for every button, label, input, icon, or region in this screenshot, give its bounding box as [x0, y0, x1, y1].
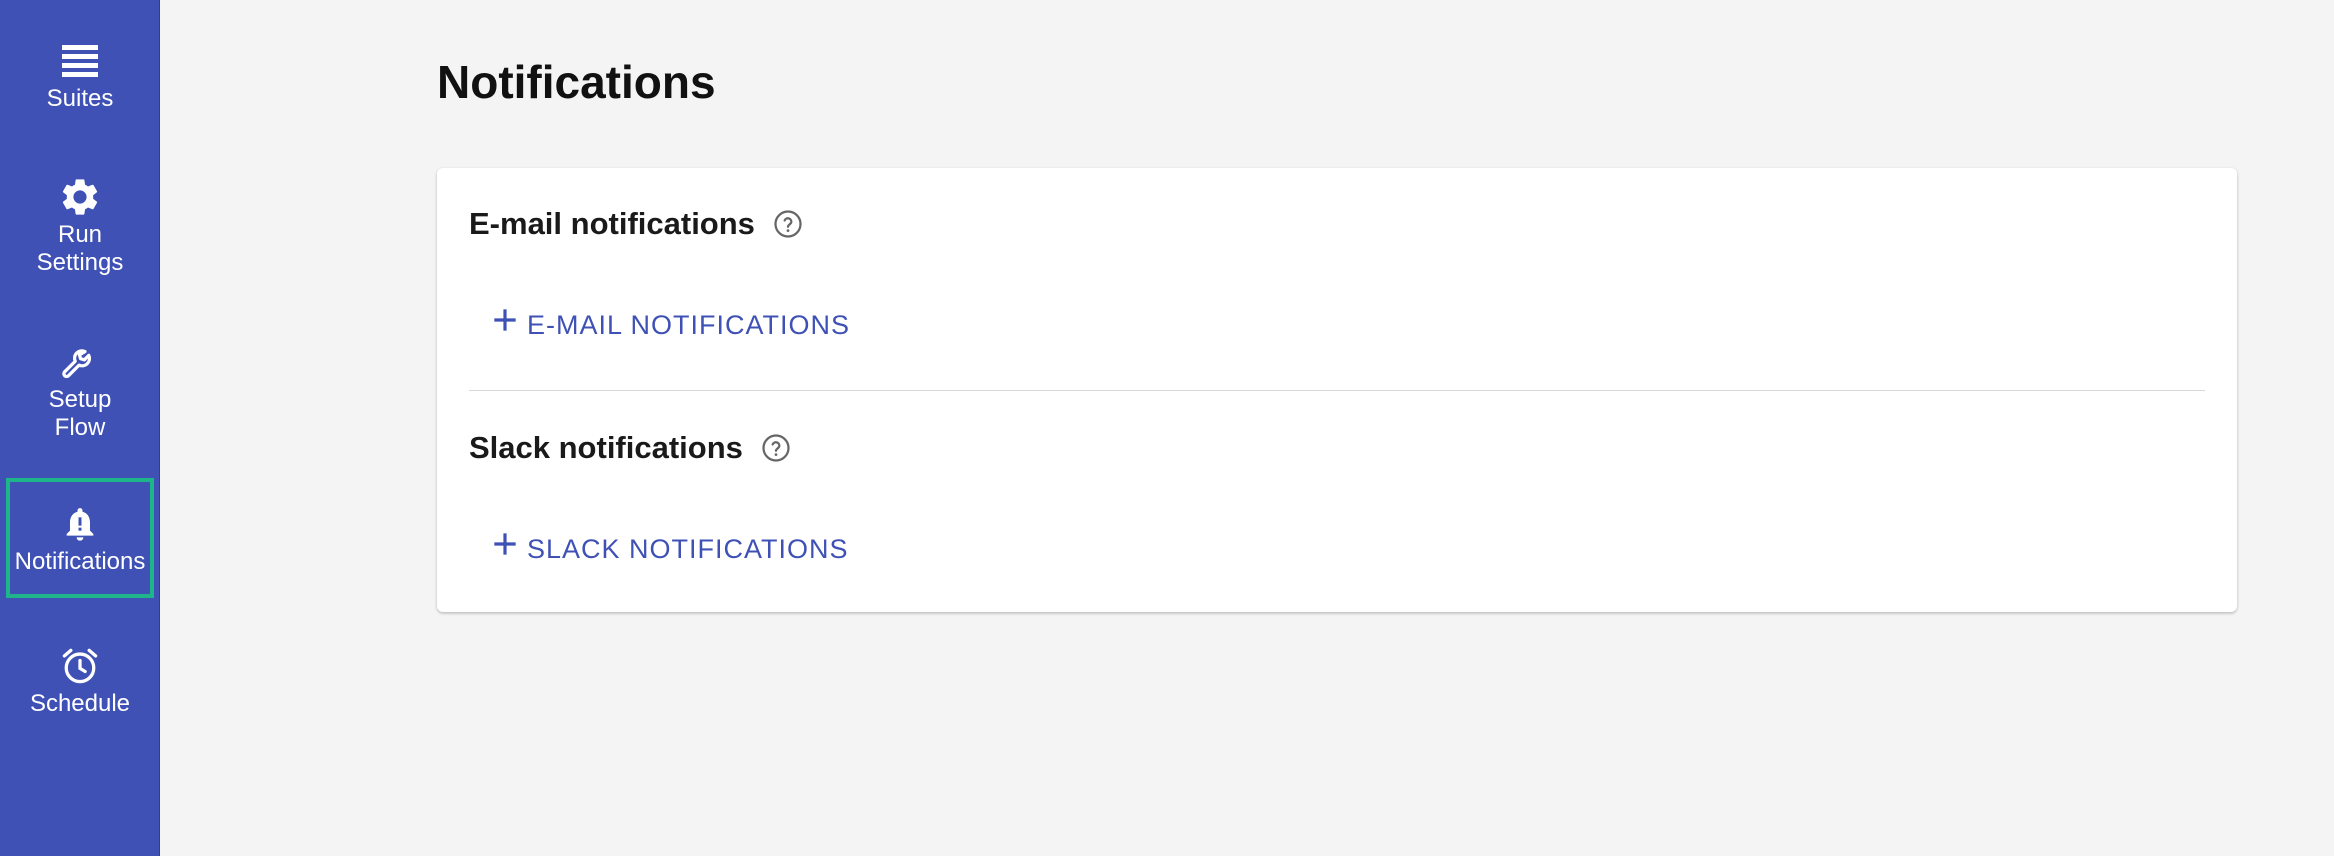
sidebar-item-setup-flow[interactable]: Setup Flow — [6, 325, 154, 455]
menu-list-icon — [56, 37, 104, 85]
email-section-title: E-mail notifications — [469, 206, 755, 241]
sidebar-item-schedule[interactable]: Schedule — [6, 625, 154, 735]
plus-icon — [489, 304, 521, 345]
gear-icon — [56, 173, 104, 221]
help-icon[interactable] — [761, 433, 791, 463]
add-email-notification-label: E-MAIL NOTIFICATIONS — [527, 309, 851, 340]
add-email-notification-button[interactable]: E-MAIL NOTIFICATIONS — [489, 304, 850, 345]
slack-section-header: Slack notifications — [469, 428, 791, 468]
alarm-clock-icon — [56, 642, 104, 690]
page-title: Notifications — [437, 56, 716, 108]
sidebar-item-label: Schedule — [29, 690, 131, 717]
plus-icon — [489, 528, 521, 569]
add-slack-notification-label: SLACK NOTIFICATIONS — [527, 533, 849, 564]
section-divider — [469, 390, 2205, 391]
sidebar-item-notifications[interactable]: Notifications — [6, 478, 154, 598]
sidebar-item-label: Run Settings — [36, 221, 124, 276]
bell-alert-icon — [56, 500, 104, 548]
sidebar: Suites Run Settings Setup Flow Notificat… — [0, 0, 160, 856]
sidebar-item-label: Suites — [46, 85, 114, 112]
wrench-icon — [56, 338, 104, 386]
sidebar-item-label: Setup Flow — [48, 386, 112, 441]
sidebar-item-run-settings[interactable]: Run Settings — [6, 160, 154, 290]
sidebar-item-label: Notifications — [14, 548, 146, 575]
sidebar-item-suites[interactable]: Suites — [6, 20, 154, 130]
slack-section-title: Slack notifications — [469, 430, 743, 465]
help-icon[interactable] — [773, 209, 803, 239]
notifications-card: E-mail notifications E-MAIL NOTIFICATION… — [437, 168, 2237, 612]
email-section-header: E-mail notifications — [469, 204, 803, 244]
add-slack-notification-button[interactable]: SLACK NOTIFICATIONS — [489, 528, 849, 569]
